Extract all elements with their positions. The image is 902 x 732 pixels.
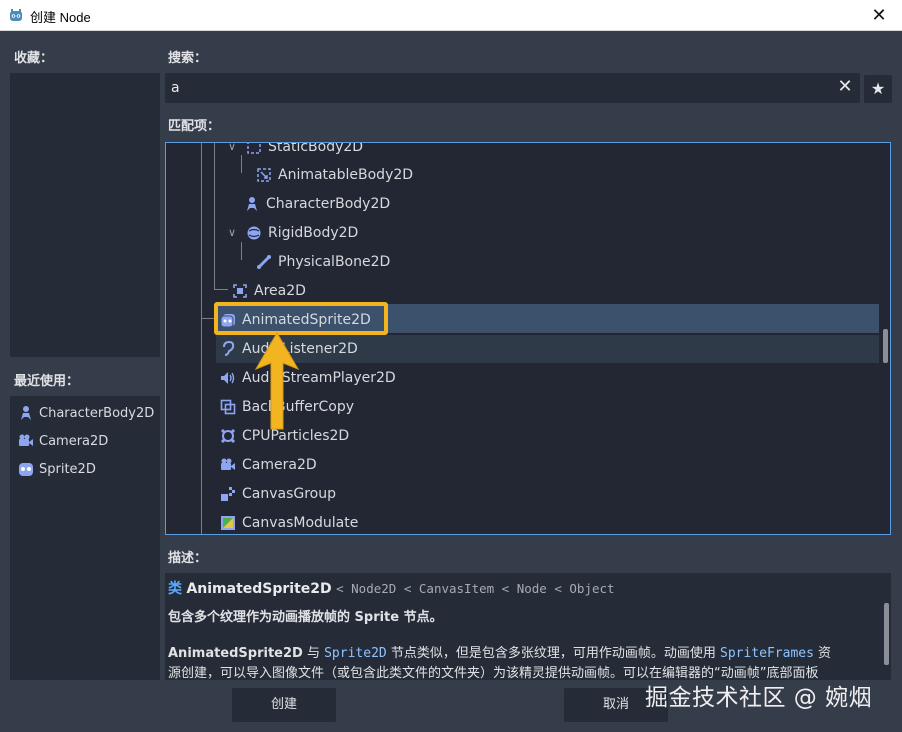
camera-icon [221, 458, 235, 470]
window-titlebar: 创建 Node ✕ [0, 0, 902, 31]
sprite2d-link[interactable]: Sprite2D [324, 646, 387, 661]
tree-row-staticbody2d[interactable]: ∨ StaticBody2D [228, 143, 363, 161]
tree-row-audiostreamplayer2d[interactable]: AudioStreamPlayer2D [220, 363, 396, 392]
camera-icon [19, 434, 33, 446]
tree-row-characterbody2d[interactable]: CharacterBody2D [244, 189, 390, 218]
tree-guide [201, 143, 202, 319]
tree-row-canvasgroup[interactable]: CanvasGroup [220, 479, 336, 508]
character-body-icon [247, 196, 257, 211]
tree-row-camera2d[interactable]: Camera2D [220, 450, 317, 479]
tree-row-rigidbody2d[interactable]: ∨ RigidBody2D [228, 218, 358, 247]
recent-item-label: Sprite2D [39, 461, 96, 477]
recent-list[interactable]: CharacterBody2D Camera2D Sprite2D [10, 396, 160, 680]
search-label: 搜索： [168, 51, 208, 66]
particles-icon [221, 428, 235, 443]
annotation-arrow-icon [254, 332, 300, 430]
tree-guide [214, 143, 215, 289]
class-name: AnimatedSprite2D [186, 581, 332, 597]
animatable-body-icon [257, 167, 271, 182]
chevron-down-icon[interactable]: ∨ [228, 143, 240, 153]
recent-item-characterbody2d[interactable]: CharacterBody2D [18, 400, 154, 426]
character-body-icon [21, 406, 31, 420]
tree-row-canvasmodulate[interactable]: CanvasModulate [220, 508, 358, 534]
recent-label: 最近使用： [14, 374, 80, 389]
godot-app-icon [10, 9, 22, 21]
bone-icon [257, 254, 271, 269]
watermark: 掘金技术社区 @ 婉烟 [645, 685, 873, 711]
ear-icon [223, 340, 235, 356]
search-box: ✕ [165, 73, 860, 103]
area-icon [233, 283, 247, 298]
favorite-star-button[interactable]: ★ [864, 75, 892, 103]
tree-scrollbar[interactable] [883, 329, 888, 363]
rigid-body-icon [247, 226, 261, 239]
create-button[interactable]: 创建 [232, 688, 336, 722]
inheritance-chain[interactable]: < Node2D < CanvasItem < Node < Object [336, 581, 614, 596]
matches-label: 匹配项： [168, 119, 221, 134]
clear-search-icon[interactable]: ✕ [836, 78, 854, 96]
recent-item-label: CharacterBody2D [39, 405, 155, 421]
tree-guide [214, 289, 228, 290]
chevron-down-icon[interactable]: ∨ [228, 226, 240, 239]
recent-item-camera2d[interactable]: Camera2D [18, 428, 108, 454]
backbuffer-icon [220, 399, 236, 414]
recent-item-sprite2d[interactable]: Sprite2D [18, 456, 96, 482]
tree-guide [201, 319, 202, 534]
description-label: 描述： [168, 551, 208, 566]
tree-guide [201, 318, 215, 319]
canvas-group-icon [221, 486, 235, 501]
description-panel[interactable]: 类 AnimatedSprite2D < Node2D < CanvasItem… [165, 573, 891, 680]
sprite-icon [19, 463, 33, 476]
description-summary: 包含多个纹理作为动画播放帧的 Sprite 节点。 [168, 610, 443, 625]
tree-row-animatablebody2d[interactable]: AnimatableBody2D [256, 160, 413, 189]
tree-row-physicalbone2d[interactable]: PhysicalBone2D [256, 247, 390, 276]
favorites-label: 收藏： [14, 51, 54, 66]
canvas-modulate-icon [221, 515, 235, 530]
description-title: 类 AnimatedSprite2D < Node2D < CanvasItem… [168, 581, 615, 597]
description-scrollbar[interactable] [884, 603, 889, 665]
recent-item-label: Camera2D [39, 433, 109, 449]
speaker-icon [221, 371, 235, 384]
window-title: 创建 Node [30, 10, 91, 25]
static-body-icon [247, 143, 261, 154]
search-input[interactable] [171, 77, 821, 99]
tree-row-area2d[interactable]: Area2D [232, 276, 306, 305]
window-close-button[interactable]: ✕ [856, 0, 902, 31]
spriteframes-link[interactable]: SpriteFrames [720, 646, 814, 661]
description-body-line: AnimatedSprite2D 与 Sprite2D 节点类似，但是包含多张纹… [168, 646, 832, 661]
favorites-list[interactable] [10, 73, 160, 357]
